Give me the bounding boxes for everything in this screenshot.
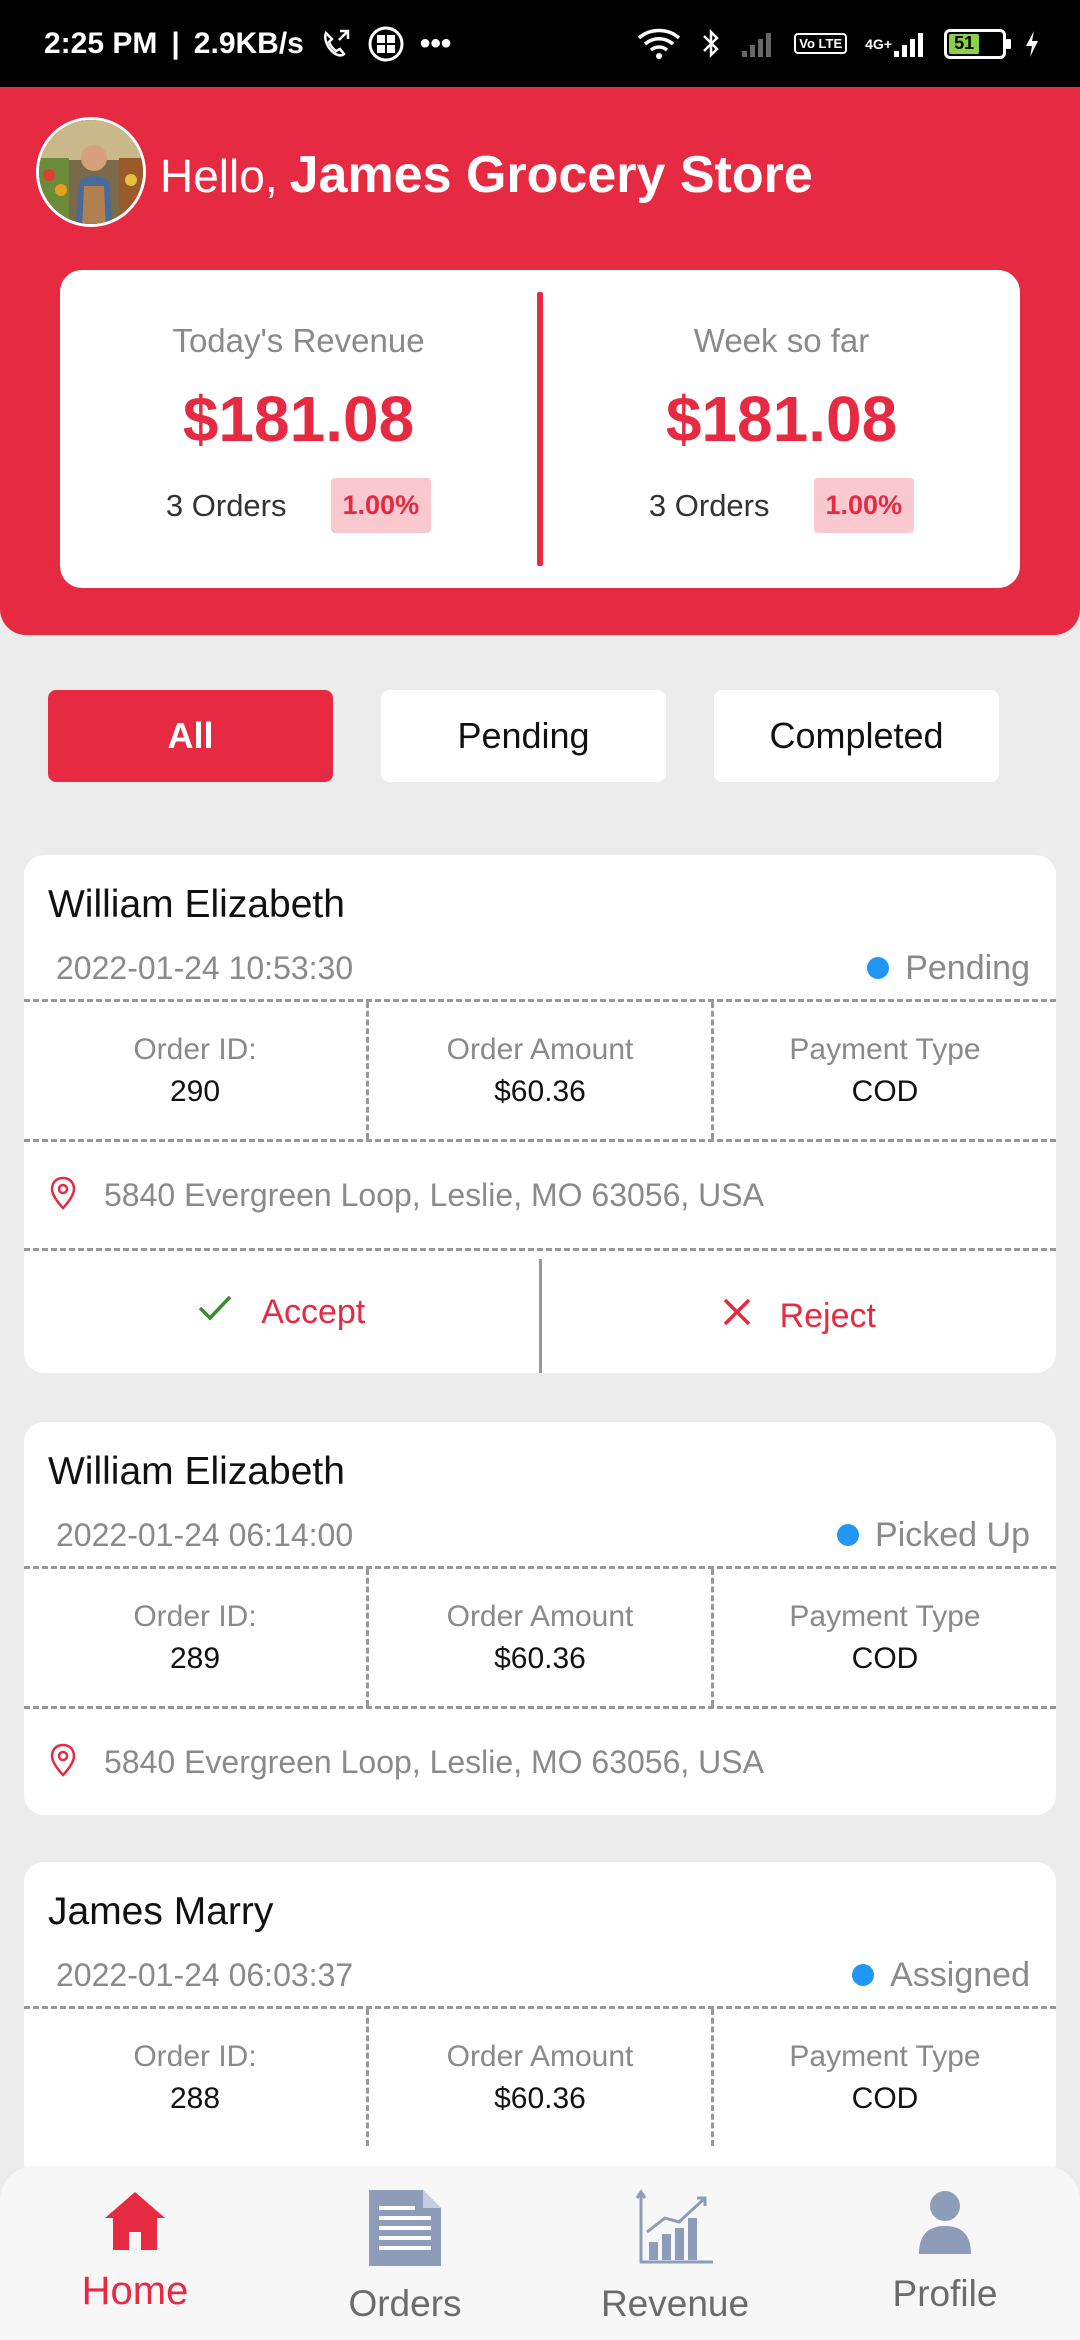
order-filters: All Pending Completed [48, 690, 999, 782]
bluetooth-icon [700, 27, 722, 61]
order-id-label: Order ID: [133, 2039, 257, 2073]
signal-icon: 4G+ [865, 29, 926, 59]
order-datetime: 2022-01-24 06:14:00 [56, 1516, 354, 1553]
week-revenue: Week so far $181.08 3 Orders 1.00% [543, 270, 1020, 588]
payment-type-label: Payment Type [789, 1599, 981, 1633]
order-id-label: Order ID: [133, 1599, 257, 1633]
today-change-badge: 1.00% [330, 478, 432, 533]
battery-level: 51 [949, 33, 980, 54]
delivery-address: 5840 Evergreen Loop, Leslie, MO 63056, U… [104, 1176, 764, 1213]
bar-chart-icon [635, 2188, 715, 2273]
status-speed: 2.9KB/s [193, 26, 304, 60]
nav-profile-label: Profile [892, 2273, 998, 2314]
payment-type-label: Payment Type [789, 2039, 981, 2073]
reject-button[interactable]: Reject [538, 1259, 1057, 1373]
nav-home-label: Home [81, 2269, 189, 2313]
nav-revenue-label: Revenue [600, 2283, 750, 2324]
today-revenue: Today's Revenue $181.08 3 Orders 1.00% [60, 270, 537, 588]
store-avatar[interactable] [36, 117, 146, 227]
status-label: Picked Up [875, 1515, 1030, 1554]
nav-home[interactable]: Home [0, 2166, 270, 2340]
order-amount-value: $60.36 [494, 1074, 586, 1108]
today-orders-count: 3 Orders [165, 487, 287, 523]
order-amount-label: Order Amount [446, 2039, 634, 2073]
order-card[interactable]: William Elizabeth 2022-01-24 10:53:30 Pe… [24, 855, 1056, 1373]
status-bar: 2:25 PM | 2.9KB/s ••• Vo LTE 4G+ 51 [0, 0, 1080, 87]
order-amount-label: Order Amount [446, 1599, 634, 1633]
order-datetime: 2022-01-24 10:53:30 [56, 949, 354, 986]
status-dot-icon [852, 1964, 875, 1986]
wifi-icon [636, 27, 682, 61]
week-orders-count: 3 Orders [648, 487, 770, 523]
volte-badge: Vo LTE [794, 33, 848, 54]
nav-orders[interactable]: Orders [270, 2166, 540, 2340]
status-time: 2:25 PM [44, 26, 158, 60]
today-revenue-value: $181.08 [182, 383, 415, 455]
battery-icon: 51 [944, 28, 1011, 59]
more-notifications-icon: ••• [419, 26, 452, 60]
location-pin-icon [50, 1743, 76, 1782]
order-datetime: 2022-01-24 06:03:37 [56, 1956, 354, 1993]
order-amount-label: Order Amount [446, 1032, 634, 1066]
nav-revenue[interactable]: Revenue [540, 2166, 810, 2340]
order-status: Pending [867, 949, 1030, 988]
filter-completed[interactable]: Completed [714, 690, 999, 782]
order-amount-value: $60.36 [494, 1641, 586, 1675]
order-id-value: 288 [169, 2081, 221, 2115]
payment-type-value: COD [851, 1641, 919, 1675]
order-amount-value: $60.36 [494, 2081, 586, 2115]
filter-pending[interactable]: Pending [381, 690, 666, 782]
nav-profile[interactable]: Profile [810, 2166, 1080, 2340]
charging-icon [1024, 29, 1040, 59]
customer-name: William Elizabeth [48, 1450, 345, 1493]
order-id-value: 290 [169, 1074, 221, 1108]
week-revenue-label: Week so far [693, 322, 870, 359]
network-type: 4G+ [865, 35, 892, 52]
greeting-text: Hello, [160, 150, 278, 202]
week-revenue-value: $181.08 [665, 383, 898, 455]
bottom-navigation: Home Orders Revenue Profile [0, 2166, 1080, 2340]
accept-button[interactable]: Accept [24, 1251, 539, 1373]
week-change-badge: 1.00% [813, 478, 915, 533]
order-id-value: 289 [169, 1641, 221, 1675]
revenue-card: Today's Revenue $181.08 3 Orders 1.00% W… [60, 270, 1020, 588]
store-name: James Grocery Store [289, 146, 813, 204]
order-card[interactable]: James Marry 2022-01-24 06:03:37 Assigned… [24, 1862, 1056, 2182]
location-pin-icon [50, 1176, 76, 1215]
order-status: Assigned [852, 1956, 1030, 1995]
status-dot-icon [867, 957, 890, 979]
status-dot-icon [837, 1524, 860, 1546]
user-icon [915, 2188, 975, 2263]
call-forward-icon [318, 27, 352, 61]
home-icon [101, 2188, 169, 2259]
status-label: Pending [905, 948, 1030, 987]
today-revenue-label: Today's Revenue [172, 322, 425, 359]
greeting: Hello, James Grocery Store [160, 145, 813, 205]
document-icon [367, 2188, 443, 2273]
nav-orders-label: Orders [348, 2283, 462, 2324]
payment-type-label: Payment Type [789, 1032, 981, 1066]
header: Hello, James Grocery Store Today's Reven… [0, 87, 1080, 635]
filter-all[interactable]: All [48, 690, 333, 782]
close-icon [722, 1297, 752, 1336]
accept-label: Accept [261, 1292, 366, 1331]
order-card[interactable]: William Elizabeth 2022-01-24 06:14:00 Pi… [24, 1422, 1056, 1815]
status-label: Assigned [890, 1955, 1030, 1994]
payment-type-value: COD [851, 1074, 919, 1108]
delivery-address: 5840 Evergreen Loop, Leslie, MO 63056, U… [104, 1743, 764, 1780]
check-icon [197, 1293, 233, 1332]
signal-weak-icon [740, 29, 776, 59]
payment-type-value: COD [851, 2081, 919, 2115]
reject-label: Reject [779, 1296, 876, 1335]
app-notification-icon [366, 24, 406, 64]
order-id-label: Order ID: [133, 1032, 257, 1066]
order-status: Picked Up [837, 1516, 1030, 1555]
customer-name: James Marry [48, 1890, 274, 1933]
customer-name: William Elizabeth [48, 883, 345, 926]
